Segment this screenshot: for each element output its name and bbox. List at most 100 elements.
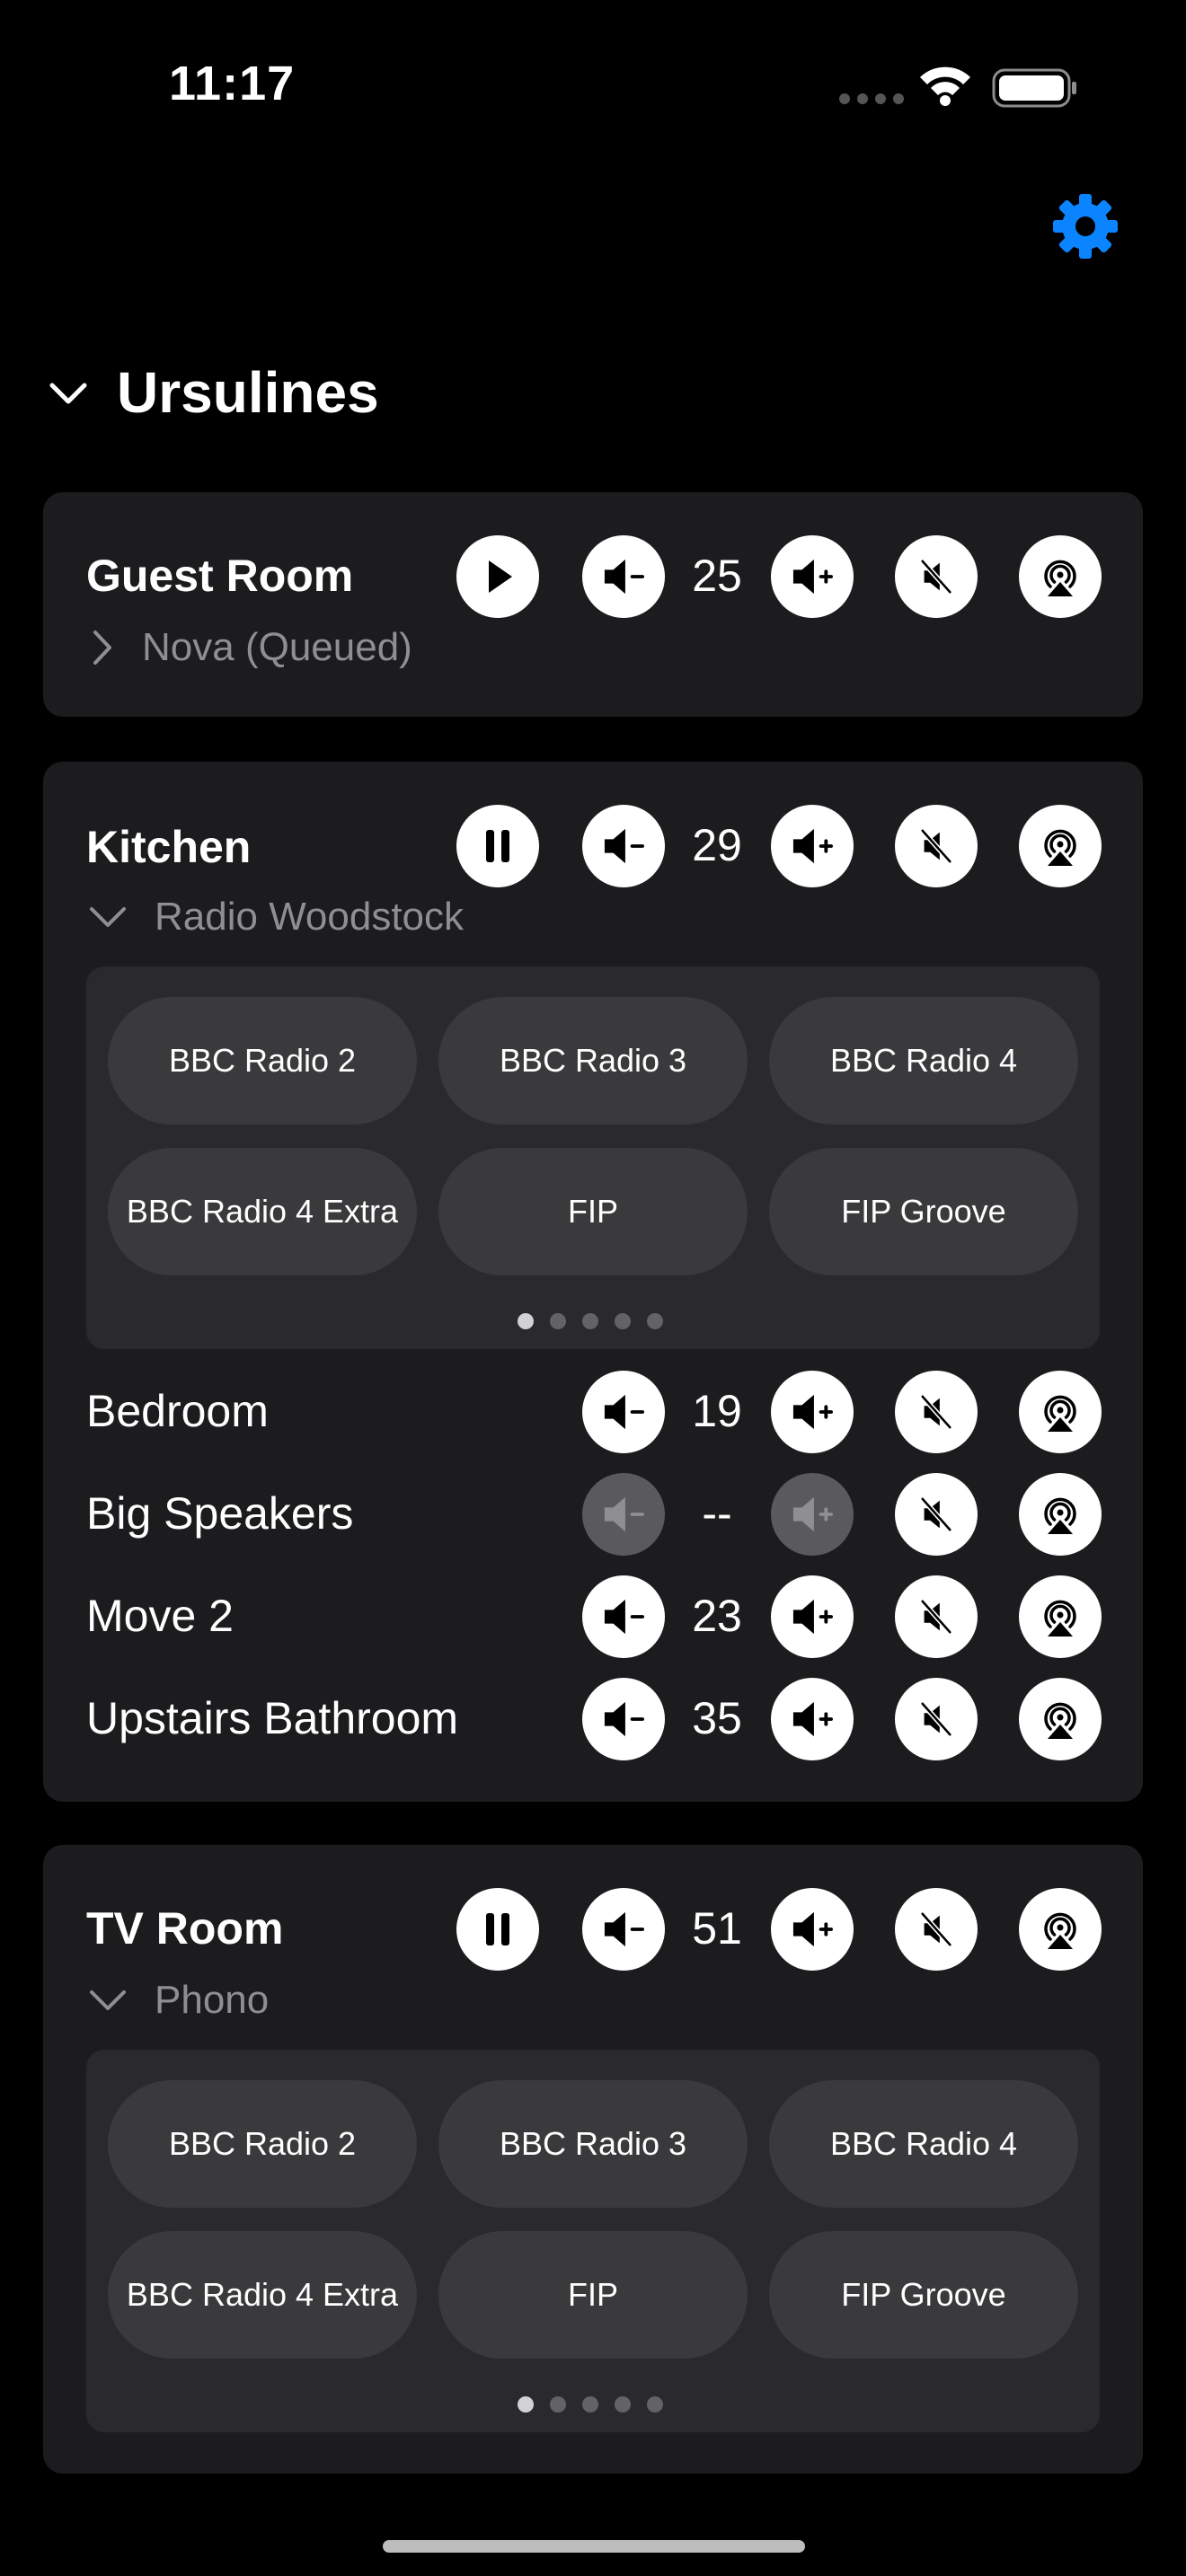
volume-down-icon xyxy=(599,1391,648,1433)
preset-grid: BBC Radio 2 BBC Radio 3 BBC Radio 4 BBC … xyxy=(86,966,1100,1349)
home-indicator xyxy=(383,2540,805,2553)
pause-button[interactable] xyxy=(456,1888,539,1971)
volume-value: 19 xyxy=(692,1386,742,1436)
preset-chip[interactable]: BBC Radio 3 xyxy=(438,2080,748,2208)
chevron-down-icon xyxy=(49,383,87,404)
airplay-button[interactable] xyxy=(1019,805,1102,887)
mute-button[interactable] xyxy=(895,535,978,618)
airplay-button[interactable] xyxy=(1019,535,1102,618)
volume-down-button[interactable] xyxy=(582,1575,665,1658)
airplay-button[interactable] xyxy=(1019,1575,1102,1658)
volume-value: 35 xyxy=(692,1693,742,1743)
volume-down-icon xyxy=(599,1596,648,1637)
room-name: Guest Room xyxy=(86,551,354,601)
mute-button[interactable] xyxy=(895,1473,978,1556)
volume-down-button[interactable] xyxy=(582,1473,665,1556)
chevron-down-icon xyxy=(90,1990,126,2010)
airplay-icon xyxy=(1035,1904,1085,1954)
mute-icon xyxy=(916,1391,957,1433)
mute-icon xyxy=(916,1596,957,1637)
preset-chip[interactable]: BBC Radio 4 xyxy=(769,997,1078,1125)
volume-up-icon xyxy=(788,1391,836,1433)
volume-up-button[interactable] xyxy=(771,1888,854,1971)
airplay-button[interactable] xyxy=(1019,1473,1102,1556)
source-label: Nova (Queued) xyxy=(142,625,412,669)
airplay-button[interactable] xyxy=(1019,1888,1102,1971)
preset-chip[interactable]: BBC Radio 4 xyxy=(769,2080,1078,2208)
airplay-button[interactable] xyxy=(1019,1371,1102,1453)
volume-down-icon xyxy=(599,825,648,867)
volume-down-icon xyxy=(599,1909,648,1950)
preset-chip[interactable]: BBC Radio 4 Extra xyxy=(108,2231,417,2359)
source-row[interactable]: Radio Woodstock xyxy=(86,895,464,940)
preset-grid: BBC Radio 2 BBC Radio 3 BBC Radio 4 BBC … xyxy=(86,2050,1100,2432)
airplay-icon xyxy=(1035,1592,1085,1642)
volume-up-icon xyxy=(788,825,836,867)
volume-up-icon xyxy=(788,1698,836,1740)
cellular-signal-icon xyxy=(839,93,904,104)
volume-value: 25 xyxy=(692,551,742,601)
mute-button[interactable] xyxy=(895,1575,978,1658)
room-card-tv-room: TV Room 51 Phono BBC Radio 2 BBC Radio 3… xyxy=(43,1845,1143,2474)
pause-icon xyxy=(476,1908,519,1951)
volume-down-icon xyxy=(599,1494,648,1535)
preset-chip[interactable]: FIP xyxy=(438,2231,748,2359)
airplay-icon xyxy=(1035,1387,1085,1437)
volume-down-button[interactable] xyxy=(582,1888,665,1971)
volume-up-button[interactable] xyxy=(771,1473,854,1556)
preset-chip[interactable]: FIP Groove xyxy=(769,2231,1078,2359)
room-name: TV Room xyxy=(86,1903,284,1954)
volume-up-button[interactable] xyxy=(771,1678,854,1760)
page-indicator[interactable] xyxy=(518,1313,663,1329)
mute-button[interactable] xyxy=(895,1888,978,1971)
mute-icon xyxy=(916,1909,957,1950)
volume-down-button[interactable] xyxy=(582,1678,665,1760)
airplay-icon xyxy=(1035,1489,1085,1539)
room-name: Kitchen xyxy=(86,822,252,872)
mute-icon xyxy=(916,825,957,867)
volume-up-button[interactable] xyxy=(771,1575,854,1658)
source-row[interactable]: Phono xyxy=(86,1978,269,2023)
preset-chip[interactable]: FIP xyxy=(438,1148,748,1275)
page-indicator[interactable] xyxy=(518,2396,663,2413)
volume-down-icon xyxy=(599,1698,648,1740)
volume-up-icon xyxy=(788,556,836,597)
airplay-button[interactable] xyxy=(1019,1678,1102,1760)
volume-value: -- xyxy=(702,1488,732,1539)
volume-down-button[interactable] xyxy=(582,805,665,887)
volume-up-button[interactable] xyxy=(771,535,854,618)
mute-icon xyxy=(916,556,957,597)
mute-button[interactable] xyxy=(895,805,978,887)
preset-chip[interactable]: BBC Radio 2 xyxy=(108,997,417,1125)
volume-up-icon xyxy=(788,1596,836,1637)
chevron-down-icon xyxy=(90,907,126,927)
volume-down-button[interactable] xyxy=(582,1371,665,1453)
speaker-name: Move 2 xyxy=(86,1591,234,1641)
room-card-kitchen: Kitchen 29 Radio Woodstock BBC Radio 2 B… xyxy=(43,762,1143,1802)
mute-button[interactable] xyxy=(895,1371,978,1453)
chevron-right-icon xyxy=(93,631,111,665)
play-button[interactable] xyxy=(456,535,539,618)
volume-down-icon xyxy=(599,556,648,597)
volume-up-icon xyxy=(788,1909,836,1950)
pause-button[interactable] xyxy=(456,805,539,887)
speaker-name: Upstairs Bathroom xyxy=(86,1693,459,1743)
volume-down-button[interactable] xyxy=(582,535,665,618)
wifi-icon xyxy=(920,66,970,106)
preset-chip[interactable]: FIP Groove xyxy=(769,1148,1078,1275)
source-label: Radio Woodstock xyxy=(155,895,465,939)
preset-chip[interactable]: BBC Radio 4 Extra xyxy=(108,1148,417,1275)
play-icon xyxy=(476,555,519,598)
gear-icon[interactable] xyxy=(1051,192,1120,260)
mute-button[interactable] xyxy=(895,1678,978,1760)
volume-up-button[interactable] xyxy=(771,1371,854,1453)
volume-value: 29 xyxy=(692,820,742,870)
battery-icon xyxy=(992,68,1076,108)
airplay-icon xyxy=(1035,821,1085,871)
volume-up-button[interactable] xyxy=(771,805,854,887)
preset-chip[interactable]: BBC Radio 2 xyxy=(108,2080,417,2208)
source-row[interactable]: Nova (Queued) xyxy=(86,625,412,670)
home-title: Ursulines xyxy=(117,360,379,425)
home-header[interactable]: Ursulines xyxy=(45,359,379,426)
preset-chip[interactable]: BBC Radio 3 xyxy=(438,997,748,1125)
